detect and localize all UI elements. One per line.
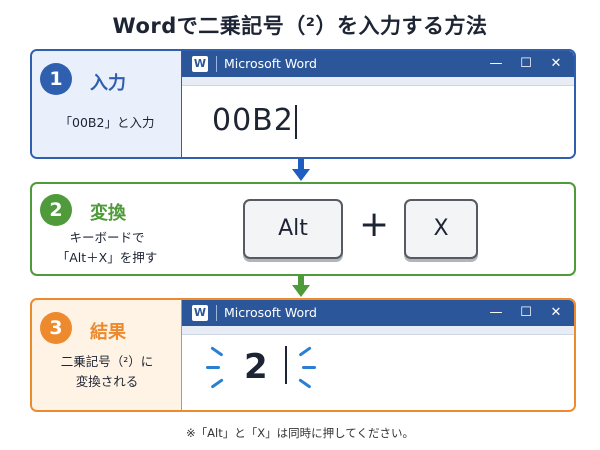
titlebar-divider [216,56,217,72]
text-cursor [295,105,297,139]
word-window-result: W Microsoft Word — ☐ ✕ 2 [182,300,574,410]
alt-key[interactable]: Alt [243,199,343,259]
step-3-description-line2: 変換される [75,374,139,389]
minimize-icon[interactable]: — [486,54,506,74]
word-ribbon [182,77,574,86]
document-typed-text[interactable]: 00B2 [212,103,294,138]
arrow-down-icon [292,159,310,181]
titlebar-divider [216,305,217,321]
plus-sign: + [359,204,390,245]
minimize-icon[interactable]: — [486,303,506,323]
word-window-title: Microsoft Word [224,305,317,320]
close-icon[interactable]: ✕ [546,54,566,74]
step-2-heading: 変換 [90,203,126,224]
step-3-label-area: 3 結果 二乗記号（²）に 変換される [32,300,182,410]
word-window-input: W Microsoft Word — ☐ ✕ 00B2 [182,51,574,157]
step-1-heading: 入力 [90,73,126,94]
step-2-description-line2: 「Alt＋X」を押す [56,250,158,265]
x-key[interactable]: X [404,199,478,259]
step-2-number-badge: 2 [40,194,72,226]
step-3-panel: 3 結果 二乗記号（²）に 変換される W Microsoft Word — ☐… [30,298,576,412]
step-3-description-line1: 二乗記号（²）に [60,354,154,369]
step-2-panel: 2 変換 キーボードで 「Alt＋X」を押す Alt + X [30,182,576,276]
step-1-description: 「00B2」と入力 [59,115,155,130]
superscript-result[interactable]: 2 [244,347,268,387]
maximize-icon[interactable]: ☐ [516,303,536,323]
text-cursor [285,346,287,384]
step-2-label-area: 2 変換 キーボードで 「Alt＋X」を押す [32,184,182,274]
step-1-panel: 1 入力 「00B2」と入力 W Microsoft Word — ☐ ✕ 00… [30,49,576,159]
page-title: Wordで二乗記号（²）を入力する方法 [112,14,488,38]
word-titlebar: W Microsoft Word — ☐ ✕ [182,300,574,326]
word-logo-icon: W [192,305,208,321]
word-logo-icon: W [192,56,208,72]
step-3-number-badge: 3 [40,312,72,344]
step-1-number-badge: 1 [40,63,72,95]
close-icon[interactable]: ✕ [546,303,566,323]
footnote: ※「Alt」と「X」は同時に押してください。 [186,426,414,440]
arrow-down-icon [292,276,310,297]
word-titlebar: W Microsoft Word — ☐ ✕ [182,51,574,77]
word-ribbon [182,326,574,335]
word-window-title: Microsoft Word [224,56,317,71]
maximize-icon[interactable]: ☐ [516,54,536,74]
step-2-description-line1: キーボードで [69,230,145,245]
step-3-heading: 結果 [90,322,126,343]
step-1-label-area: 1 入力 「00B2」と入力 [32,51,182,157]
